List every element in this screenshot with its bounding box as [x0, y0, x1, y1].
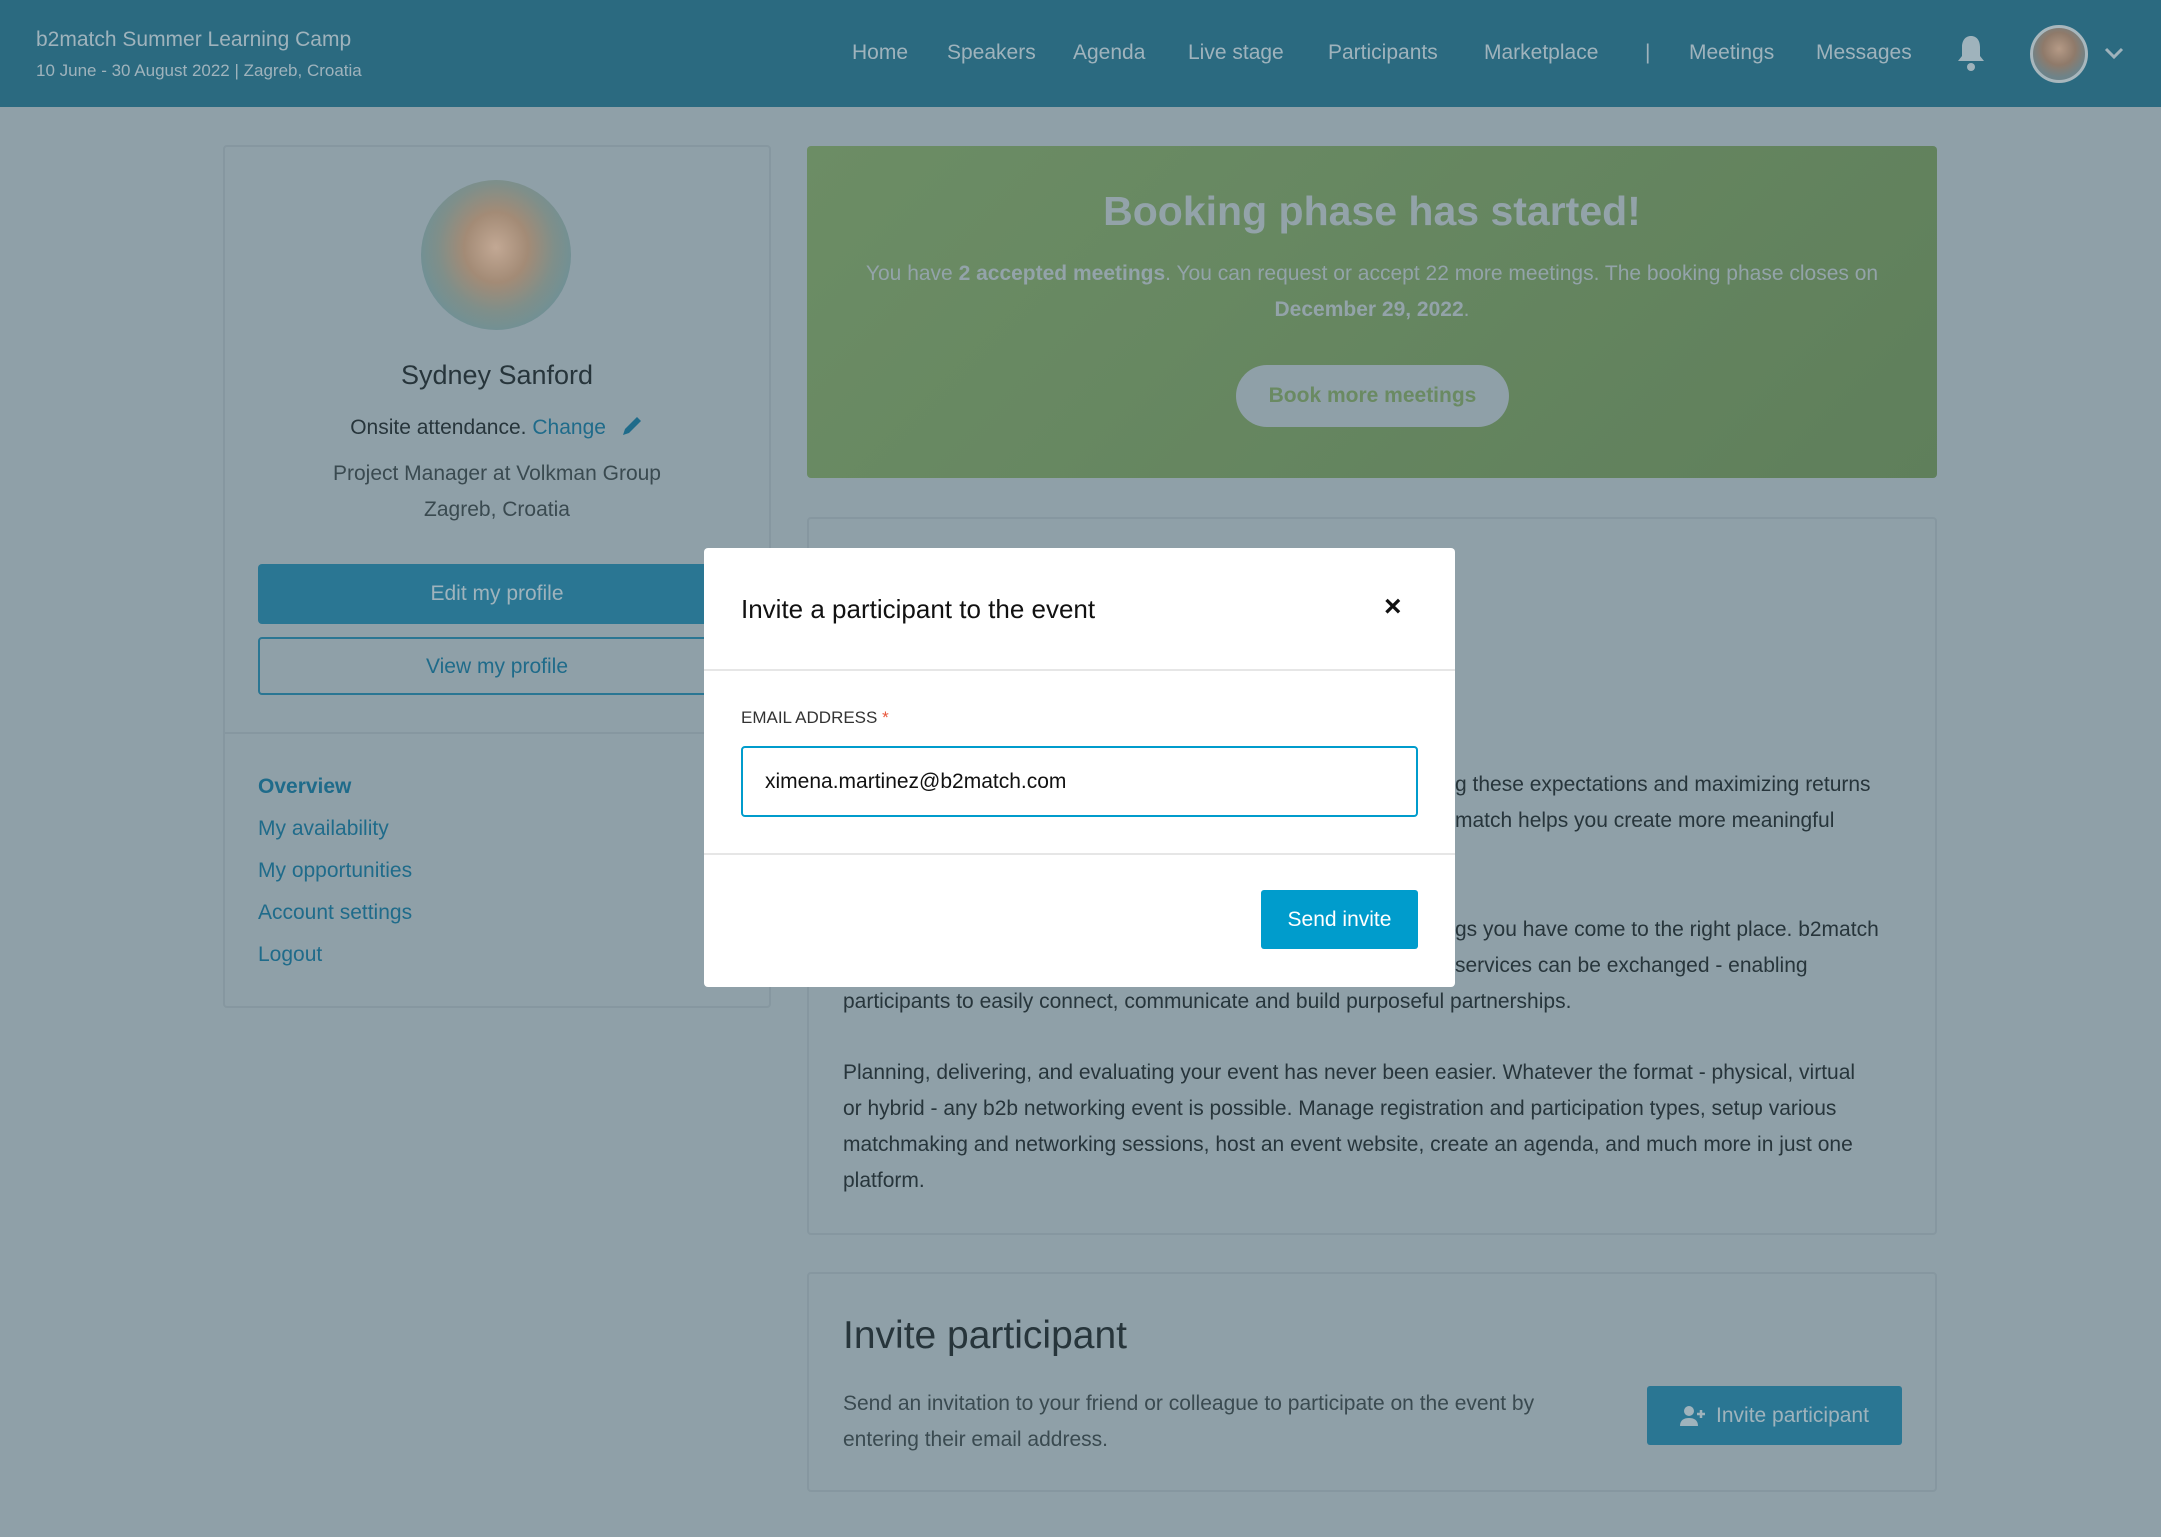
invite-participant-button[interactable]: Invite participant	[1647, 1386, 1902, 1445]
event-dates: 10 June - 30 August 2022 | Zagreb, Croat…	[36, 61, 362, 80]
user-plus-icon	[1680, 1405, 1706, 1426]
nav-agenda[interactable]: Agenda	[1073, 41, 1145, 65]
menu-logout[interactable]: Logout	[258, 943, 322, 967]
book-more-meetings-button[interactable]: Book more meetings	[1236, 365, 1509, 427]
attendance-row: Onsite attendance. Change	[223, 414, 771, 440]
change-attendance-link[interactable]: Change	[532, 416, 606, 439]
banner-title: Booking phase has started!	[1103, 188, 1641, 234]
user-avatar[interactable]	[2030, 25, 2088, 83]
about-paragraph-line: matchmaking and networking sessions, hos…	[843, 1133, 1853, 1156]
bell-icon[interactable]	[1956, 34, 1986, 72]
invite-title: Invite participant	[843, 1314, 1127, 1357]
nav-participants[interactable]: Participants	[1328, 41, 1438, 65]
email-label: EMAIL ADDRESS *	[741, 708, 889, 727]
pencil-icon[interactable]	[620, 414, 644, 438]
chevron-down-icon[interactable]	[2104, 46, 2124, 60]
send-invite-button[interactable]: Send invite	[1261, 890, 1418, 949]
nav-divider: |	[1645, 41, 1651, 64]
about-text-fragment: match helps you create more meaningful	[1455, 809, 1835, 832]
view-profile-button[interactable]: View my profile	[258, 637, 736, 695]
nav-messages[interactable]: Messages	[1816, 41, 1912, 65]
menu-overview[interactable]: Overview	[258, 775, 351, 799]
nav-meetings[interactable]: Meetings	[1689, 41, 1774, 65]
menu-my-availability[interactable]: My availability	[258, 817, 389, 841]
banner-text: You have 2 accepted meetings. You can re…	[865, 262, 1879, 321]
invite-text-line: entering their email address.	[843, 1428, 1108, 1451]
booking-banner: Booking phase has started! You have 2 ac…	[807, 146, 1937, 478]
top-header: b2match Summer Learning Camp 10 June - 3…	[0, 0, 2161, 107]
profile-name: Sydney Sanford	[400, 360, 594, 390]
invite-card	[807, 1272, 1937, 1492]
nav-marketplace[interactable]: Marketplace	[1484, 41, 1598, 65]
divider	[704, 669, 1455, 671]
menu-account-settings[interactable]: Account settings	[258, 901, 412, 925]
profile-job: Project Manager at Volkman Group	[332, 462, 661, 485]
about-text-fragment: services can be exchanged - enabling	[1455, 954, 1808, 977]
about-text-line: participants to easily connect, communic…	[843, 990, 1572, 1013]
edit-profile-button[interactable]: Edit my profile	[258, 564, 736, 624]
invite-modal: Invite a participant to the event × EMAI…	[704, 548, 1455, 987]
profile-location: Zagreb, Croatia	[424, 498, 570, 521]
profile-photo	[421, 180, 571, 330]
nav-speakers[interactable]: Speakers	[947, 41, 1036, 65]
invite-text-line: Send an invitation to your friend or col…	[843, 1392, 1535, 1415]
attendance-text: Onsite attendance.	[350, 416, 527, 439]
menu-my-opportunities[interactable]: My opportunities	[258, 859, 412, 883]
about-paragraph-line: platform.	[843, 1169, 925, 1192]
nav-live-stage[interactable]: Live stage	[1188, 41, 1284, 65]
close-icon[interactable]: ×	[1384, 590, 1402, 624]
about-paragraph-line: Planning, delivering, and evaluating you…	[843, 1061, 1856, 1084]
email-input[interactable]	[741, 746, 1418, 817]
nav-home[interactable]: Home	[852, 41, 908, 65]
about-text-fragment: gs you have come to the right place. b2m…	[1455, 918, 1879, 941]
about-paragraph-line: or hybrid - any b2b networking event is …	[843, 1097, 1837, 1120]
divider	[225, 732, 769, 734]
about-text-fragment: g these expectations and maximizing retu…	[1455, 773, 1871, 796]
modal-title: Invite a participant to the event	[741, 594, 1096, 624]
divider	[704, 853, 1455, 855]
event-title[interactable]: b2match Summer Learning Camp	[36, 28, 351, 52]
